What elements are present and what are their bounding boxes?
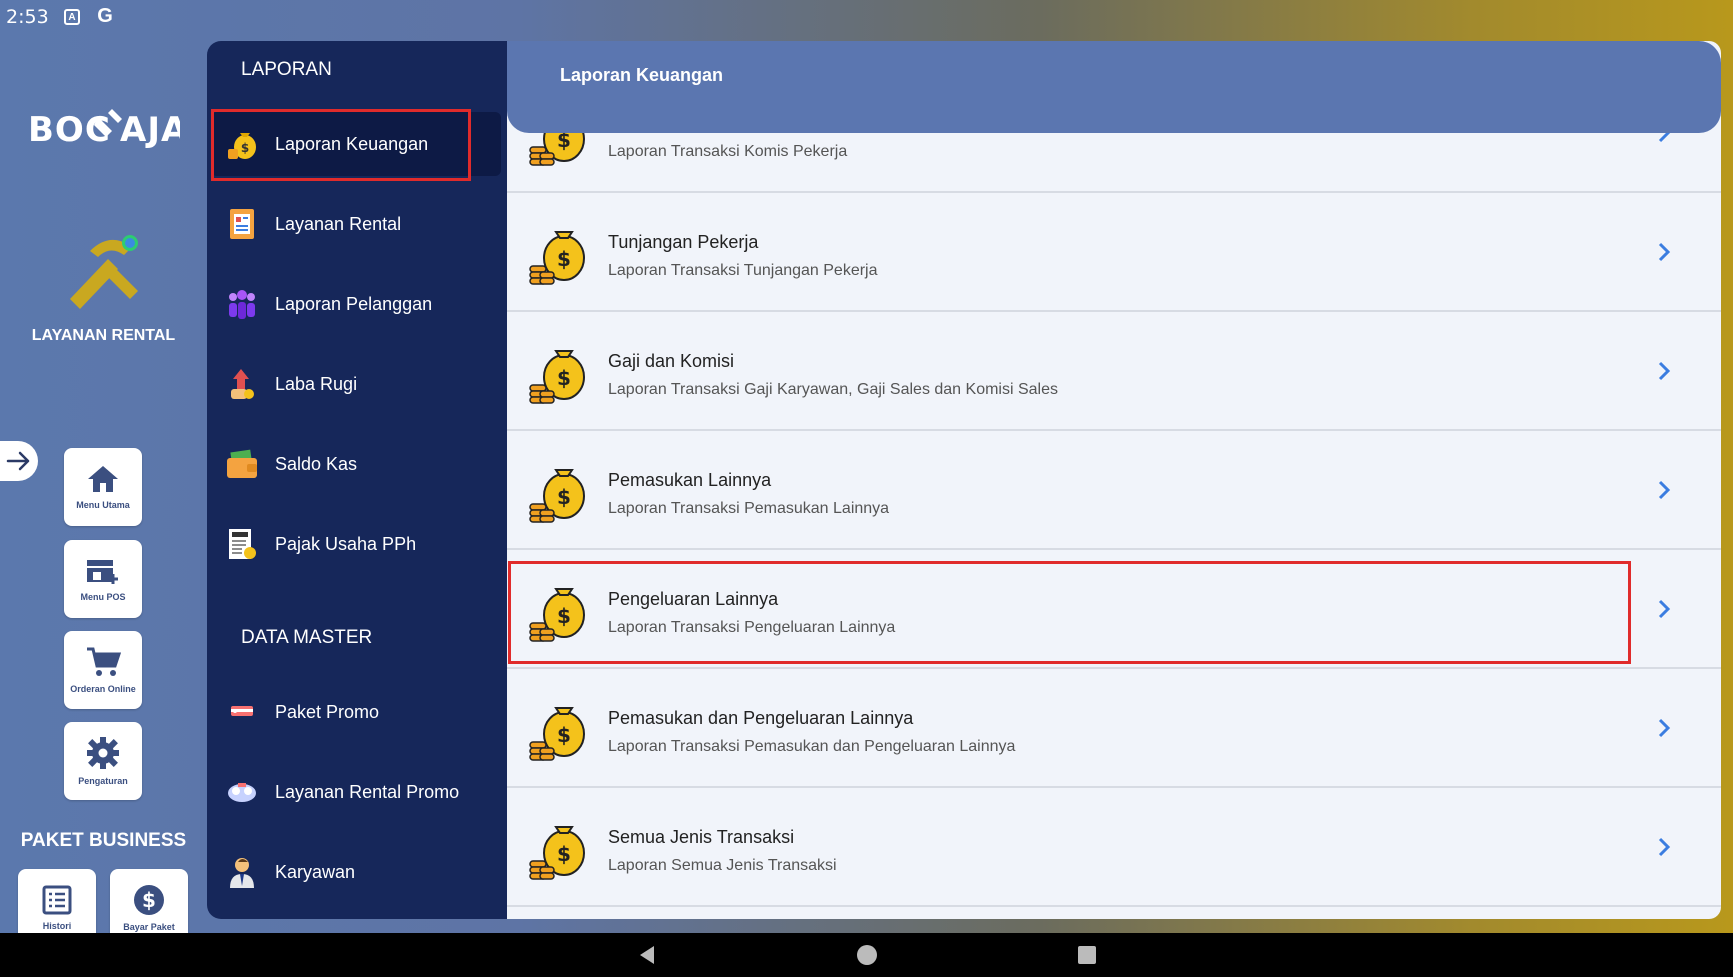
report-icon <box>225 207 259 241</box>
menu-item-laba-rugi[interactable]: Laba Rugi <box>211 352 501 416</box>
report-row-pemasukan-pengeluaran[interactable]: $ Pemasukan dan Pengeluaran Lainnya Lapo… <box>507 670 1721 788</box>
google-icon: G <box>97 4 113 27</box>
chevron-right-icon <box>1658 242 1671 262</box>
status-time: 2:53 <box>6 6 49 28</box>
menu-item-label: Paket Promo <box>275 701 380 722</box>
gear-icon <box>87 737 119 769</box>
main-header: Laporan Keuangan <box>507 41 1721 133</box>
row-subtitle: Laporan Transaksi Komis Pekerja <box>608 143 848 160</box>
store-add-icon <box>87 560 118 584</box>
tile-label: Bayar Paket <box>123 922 175 932</box>
menu-item-label: Pajak Usaha PPh <box>275 533 417 554</box>
row-subtitle: Laporan Transaksi Tunjangan Pekerja <box>608 262 878 279</box>
menu-utama-button[interactable]: Menu Utama <box>64 448 142 526</box>
tile-label: Menu Utama <box>76 500 130 510</box>
wallet-icon <box>225 447 259 481</box>
menu-item-label: Karyawan <box>275 861 356 882</box>
recents-icon[interactable] <box>1076 944 1098 966</box>
menu-item-paket-promo[interactable]: Paket Promo <box>211 680 501 744</box>
report-row-gaji-komisi[interactable]: $ Gaji dan Komisi Laporan Transaksi Gaji… <box>507 313 1721 431</box>
chevron-right-icon <box>1658 361 1671 381</box>
a-badge-icon: A <box>64 9 80 25</box>
back-icon[interactable] <box>636 944 658 966</box>
report-row-tunjangan[interactable]: $ Tunjangan Pekerja Laporan Transaksi Tu… <box>507 194 1721 312</box>
money-bag-coins-icon: $ <box>526 222 590 286</box>
list-icon <box>42 885 72 915</box>
row-subtitle: Laporan Transaksi Gaji Karyawan, Gaji Sa… <box>608 381 1058 398</box>
menu-item-label: Layanan Rental <box>275 213 402 234</box>
menu-item-laporan-pelanggan[interactable]: Laporan Pelanggan <box>211 272 501 336</box>
menu-item-label: Laba Rugi <box>275 373 358 394</box>
money-bag-coins-icon: $ <box>526 460 590 524</box>
row-title: Semua Jenis Transaksi <box>608 827 795 847</box>
row-title: Tunjangan Pekerja <box>608 232 759 252</box>
menu-item-label: Layanan Rental Promo <box>275 781 460 802</box>
expand-rail-button[interactable] <box>0 441 38 481</box>
paket-title: PAKET BUSINESS <box>20 830 187 851</box>
svg-text:$: $ <box>142 888 156 912</box>
employee-icon <box>225 855 259 889</box>
left-rail: BOC AJA LAYANAN RENTAL Menu Utama Menu P… <box>0 33 207 947</box>
money-bag-coins-icon: $ <box>526 698 590 762</box>
chevron-right-icon <box>1658 837 1671 857</box>
row-title: Pemasukan Lainnya <box>608 470 772 490</box>
menu-item-karyawan[interactable]: Karyawan <box>211 840 501 904</box>
row-subtitle: Laporan Semua Jenis Transaksi <box>608 857 837 874</box>
svg-text:AJA: AJA <box>120 110 180 150</box>
rail-title: LAYANAN RENTAL <box>31 327 176 344</box>
home-icon <box>88 466 118 492</box>
svg-text:BOC: BOC <box>28 110 111 150</box>
customers-icon <box>225 287 259 321</box>
row-title: Gaji dan Komisi <box>608 351 735 371</box>
system-nav-bar <box>0 933 1733 977</box>
status-bar: 2:53 A G <box>0 0 1733 33</box>
cart-icon <box>87 647 121 676</box>
chevron-right-icon <box>1658 480 1671 500</box>
dollar-icon: $ <box>134 885 164 915</box>
app-logo: BOC AJA <box>28 103 187 153</box>
svg-text:$: $ <box>557 842 571 866</box>
menu-pos-button[interactable]: Menu POS <box>64 540 142 618</box>
arrow-right-icon <box>6 451 30 471</box>
menu-item-label: Laporan Pelanggan <box>275 293 433 314</box>
orderan-online-button[interactable]: Orderan Online <box>64 631 142 709</box>
chevron-right-icon <box>1658 599 1671 619</box>
highlight-box-row <box>508 561 1631 664</box>
hammer-logo-icon <box>60 221 150 321</box>
rental-promo-icon <box>225 775 259 809</box>
tax-icon <box>225 527 259 561</box>
main-panel: Laporan Keuangan $ Laporan Transaksi Kom… <box>507 41 1721 919</box>
logo-wordmark-icon: BOC AJA <box>28 109 187 150</box>
report-row-semua-transaksi[interactable]: $ Semua Jenis Transaksi Laporan Semua Je… <box>507 789 1721 907</box>
menu-item-layanan-rental-promo[interactable]: Layanan Rental Promo <box>211 760 501 824</box>
tile-label: Histori <box>42 921 72 931</box>
menu-item-pajak-usaha[interactable]: Pajak Usaha PPh <box>211 512 501 576</box>
svg-text:$: $ <box>557 485 571 509</box>
tile-label: Menu POS <box>80 592 126 602</box>
home-nav-icon[interactable] <box>856 944 878 966</box>
svg-text:$: $ <box>557 723 571 747</box>
menu-section-laporan: LAPORAN <box>241 59 332 80</box>
pengaturan-button[interactable]: Pengaturan <box>64 722 142 800</box>
row-subtitle: Laporan Transaksi Pemasukan Lainnya <box>608 500 890 517</box>
menu-item-saldo-kas[interactable]: Saldo Kas <box>211 432 501 496</box>
profit-icon <box>225 367 259 401</box>
chevron-right-icon <box>1658 718 1671 738</box>
highlight-box-menu <box>211 109 471 181</box>
tile-label: Pengaturan <box>78 776 128 786</box>
tile-label: Orderan Online <box>70 684 136 694</box>
menu-item-layanan-rental[interactable]: Layanan Rental <box>211 192 501 256</box>
svg-text:$: $ <box>557 366 571 390</box>
row-title: Pemasukan dan Pengeluaran Lainnya <box>608 708 914 728</box>
menu-item-label: Saldo Kas <box>275 453 358 474</box>
money-bag-coins-icon: $ <box>526 341 590 405</box>
money-bag-coins-icon: $ <box>526 817 590 881</box>
row-subtitle: Laporan Transaksi Pemasukan dan Pengelua… <box>608 738 1016 755</box>
svg-text:$: $ <box>557 247 571 271</box>
menu-section-data-master: DATA MASTER <box>241 627 373 648</box>
report-row-pemasukan[interactable]: $ Pemasukan Lainnya Laporan Transaksi Pe… <box>507 432 1721 550</box>
promo-icon <box>225 695 259 729</box>
page-title: Laporan Keuangan <box>560 65 724 85</box>
